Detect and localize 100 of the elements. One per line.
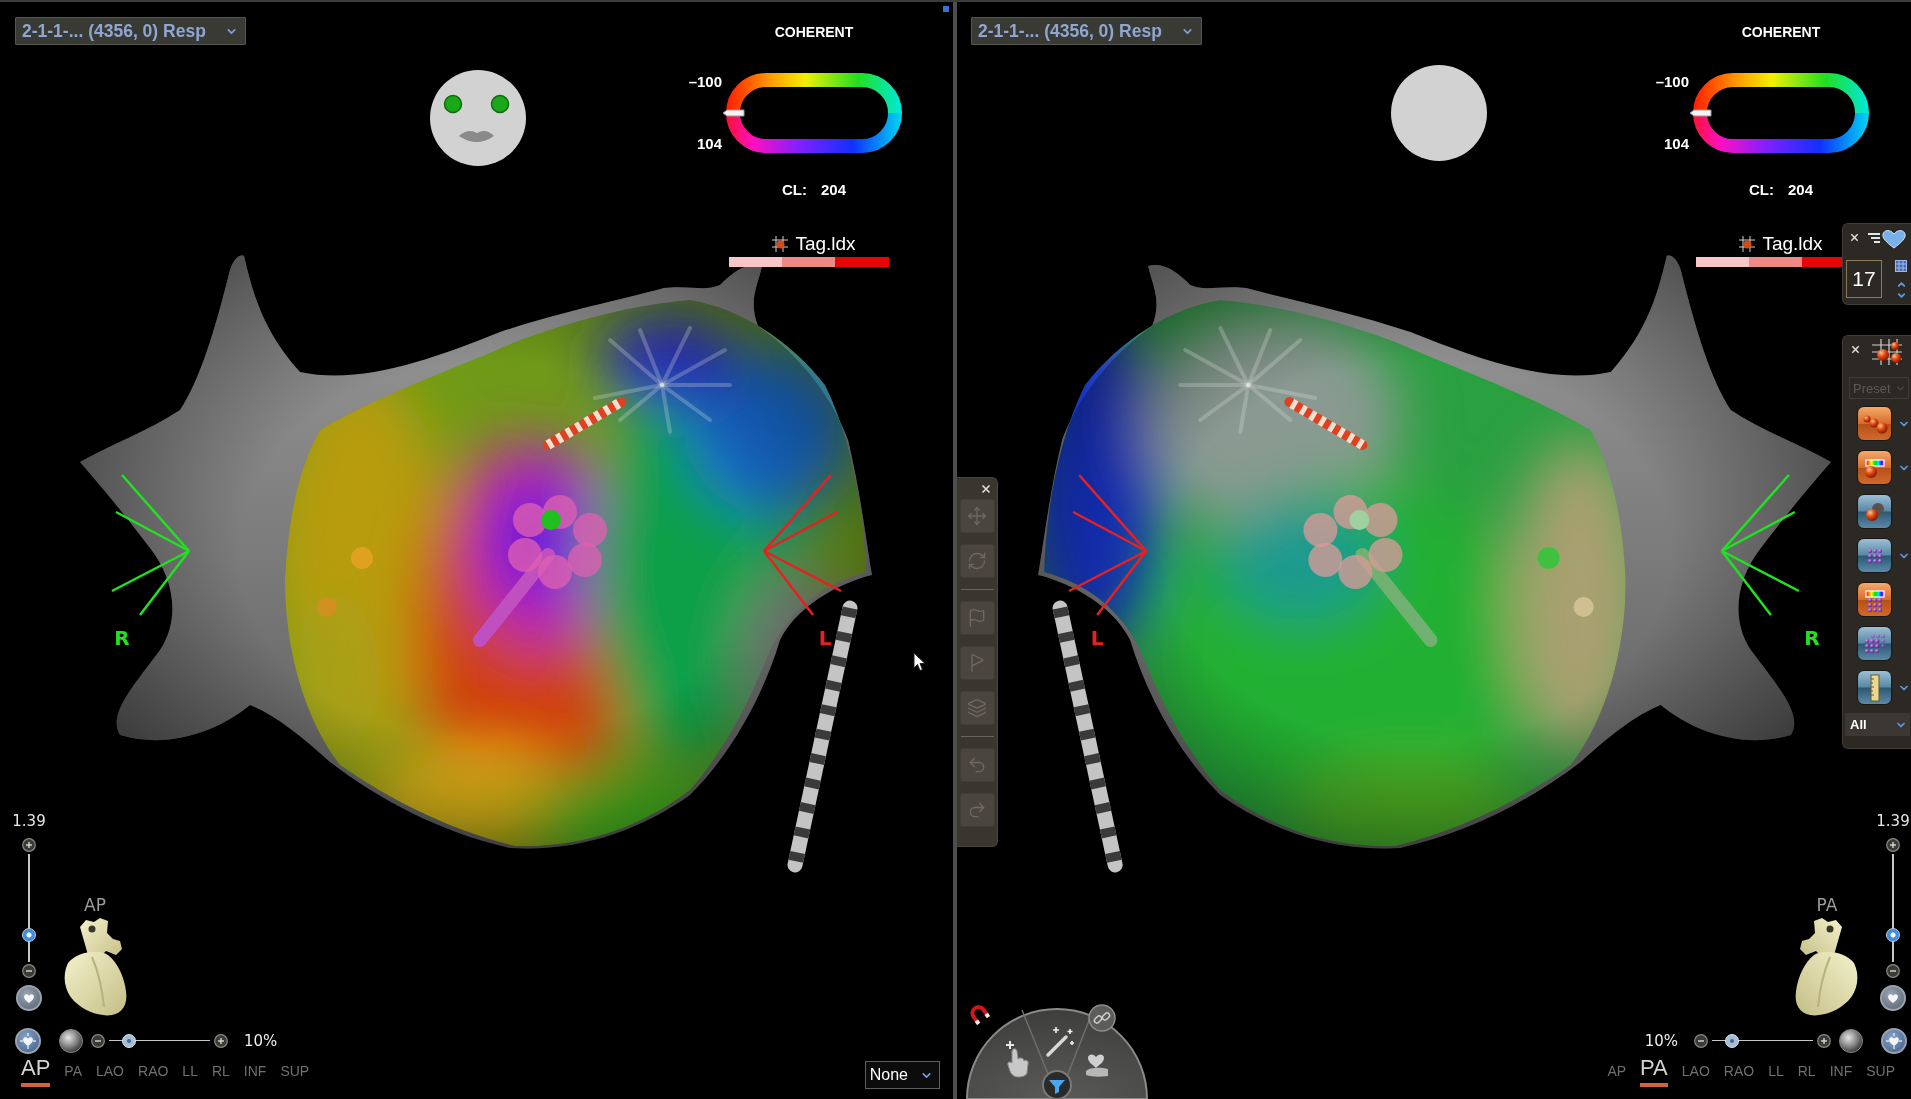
view-tab[interactable]: RL	[1797, 1063, 1816, 1087]
view-tab[interactable]: LAO	[1681, 1063, 1710, 1087]
rotate-icon	[967, 551, 987, 571]
view-tab[interactable]: INF	[243, 1063, 267, 1087]
zoom-value: 1.39	[12, 813, 46, 829]
slider-thumb[interactable]	[122, 1034, 137, 1048]
zoom-in-icon[interactable]	[1817, 1034, 1831, 1048]
flag-icon	[967, 608, 987, 628]
view-tab[interactable]: LL	[182, 1063, 198, 1087]
range-max-label: –100	[1655, 73, 1689, 91]
ruler-icon	[1867, 673, 1882, 702]
slider-thumb[interactable]	[1886, 928, 1900, 942]
filter-button[interactable]	[1042, 1070, 1072, 1099]
magic-wand-icon[interactable]	[1046, 1026, 1075, 1057]
opacity-value: 10%	[1644, 1032, 1678, 1050]
axis-label: R	[1804, 626, 1820, 650]
cycle-length-label: CL:	[782, 181, 807, 199]
orientation-label: AP	[84, 896, 106, 914]
heart-target-button[interactable]	[1881, 1028, 1907, 1054]
range-min-label: 104	[696, 135, 722, 153]
tag-index-label: Tag.ldx	[1762, 234, 1823, 254]
view-tab[interactable]: LL	[1768, 1063, 1784, 1087]
mouse-pointer-icon	[913, 652, 926, 672]
window-marker-icon	[943, 6, 949, 12]
map-tool-button[interactable]	[1857, 450, 1892, 485]
chevron-down-icon[interactable]	[1895, 290, 1907, 301]
map-tool-button[interactable]	[1857, 670, 1892, 705]
close-icon[interactable]	[1850, 233, 1859, 242]
heart-target-button[interactable]	[15, 1028, 41, 1054]
spheres-grid-icon[interactable]	[1872, 339, 1902, 365]
add-point-hand-icon[interactable]	[1005, 1040, 1029, 1078]
heart-target-icon	[1886, 1033, 1902, 1049]
cycle-length-value: 204	[1788, 181, 1813, 199]
redo-icon	[967, 800, 987, 820]
grid-icon[interactable]	[1895, 260, 1907, 272]
range-min-label: 104	[1663, 135, 1689, 153]
undo-icon	[967, 755, 987, 775]
filter-dropdown[interactable]: All	[1845, 713, 1910, 736]
map-tool-button[interactable]	[1857, 538, 1892, 573]
heart-target-icon	[20, 1033, 36, 1049]
map-tool-button[interactable]	[1857, 626, 1892, 661]
layers-icon	[967, 698, 987, 718]
close-icon[interactable]	[1851, 345, 1860, 354]
orientation-label: PA	[1816, 896, 1838, 914]
axis-label: L	[818, 626, 832, 650]
globe-icon[interactable]	[1839, 1029, 1863, 1053]
stacked-dot-grid-icon	[1862, 632, 1887, 655]
zoom-value: 1.39	[1876, 813, 1910, 829]
map-title: COHERENT	[1741, 23, 1821, 42]
globe-icon[interactable]	[59, 1029, 83, 1053]
map-title: COHERENT	[774, 23, 854, 42]
move-icon	[967, 506, 987, 526]
display-dropdown[interactable]: None	[864, 1061, 940, 1089]
heart-speed-icon[interactable]	[1866, 229, 1906, 249]
link-icon[interactable]	[1088, 1004, 1116, 1032]
tag-index-label: Tag.ldx	[795, 234, 856, 254]
tag-grid-icon	[772, 236, 789, 252]
view-tab[interactable]: SUP	[1866, 1063, 1895, 1087]
map-tool-button[interactable]	[1857, 406, 1892, 441]
axis-label: R	[114, 626, 130, 650]
source-dropdown[interactable]: 2-1-1-... (4356, 0) Resp	[971, 17, 1202, 45]
zoom-in-icon[interactable]	[22, 838, 36, 852]
tag-count: 17	[1846, 260, 1882, 298]
slider-thumb[interactable]	[1725, 1034, 1740, 1048]
zoom-in-icon[interactable]	[214, 1034, 228, 1048]
status-disc-icon	[1391, 65, 1487, 161]
view-tab[interactable]: PA	[1640, 1056, 1668, 1087]
view-tab[interactable]: AP	[1607, 1063, 1627, 1087]
slider-thumb[interactable]	[22, 928, 36, 942]
view-tab[interactable]: SUP	[280, 1063, 310, 1087]
face-icon	[430, 70, 526, 166]
view-tab[interactable]: RL	[211, 1063, 230, 1087]
zoom-in-icon[interactable]	[1886, 838, 1900, 852]
zoom-out-icon[interactable]	[22, 964, 36, 978]
axis-label: L	[1090, 626, 1104, 650]
view-tab[interactable]: PA	[64, 1063, 82, 1087]
zoom-out-icon[interactable]	[1886, 964, 1900, 978]
view-tab[interactable]: RAO	[138, 1063, 169, 1087]
dot-grid-icon	[1865, 546, 1884, 565]
view-tab[interactable]: RAO	[1723, 1063, 1755, 1087]
zoom-out-icon[interactable]	[91, 1034, 105, 1048]
view-tab[interactable]: AP	[21, 1056, 51, 1087]
cycle-length-label: CL:	[1749, 181, 1774, 199]
opacity-value: 10%	[244, 1032, 278, 1050]
heart-view-button[interactable]	[1880, 985, 1906, 1011]
tag-grid-icon	[1739, 236, 1756, 252]
map-tool-button[interactable]	[1857, 494, 1892, 529]
view-tab[interactable]: INF	[1829, 1063, 1853, 1087]
scale-marker[interactable]	[1689, 109, 1712, 117]
zoom-out-icon[interactable]	[1694, 1034, 1708, 1048]
source-dropdown[interactable]: 2-1-1-... (4356, 0) Resp	[15, 17, 246, 45]
heart-view-button[interactable]	[16, 985, 42, 1011]
range-max-label: –100	[688, 73, 722, 91]
magnet-icon[interactable]	[968, 1003, 990, 1025]
hand-heart-icon[interactable]	[1086, 1054, 1108, 1077]
map-tool-button[interactable]	[1857, 582, 1892, 617]
view-tab[interactable]: LAO	[96, 1063, 124, 1087]
scale-marker[interactable]	[722, 109, 745, 117]
cycle-length-value: 204	[821, 181, 846, 199]
chevron-up-icon[interactable]	[1895, 279, 1907, 290]
